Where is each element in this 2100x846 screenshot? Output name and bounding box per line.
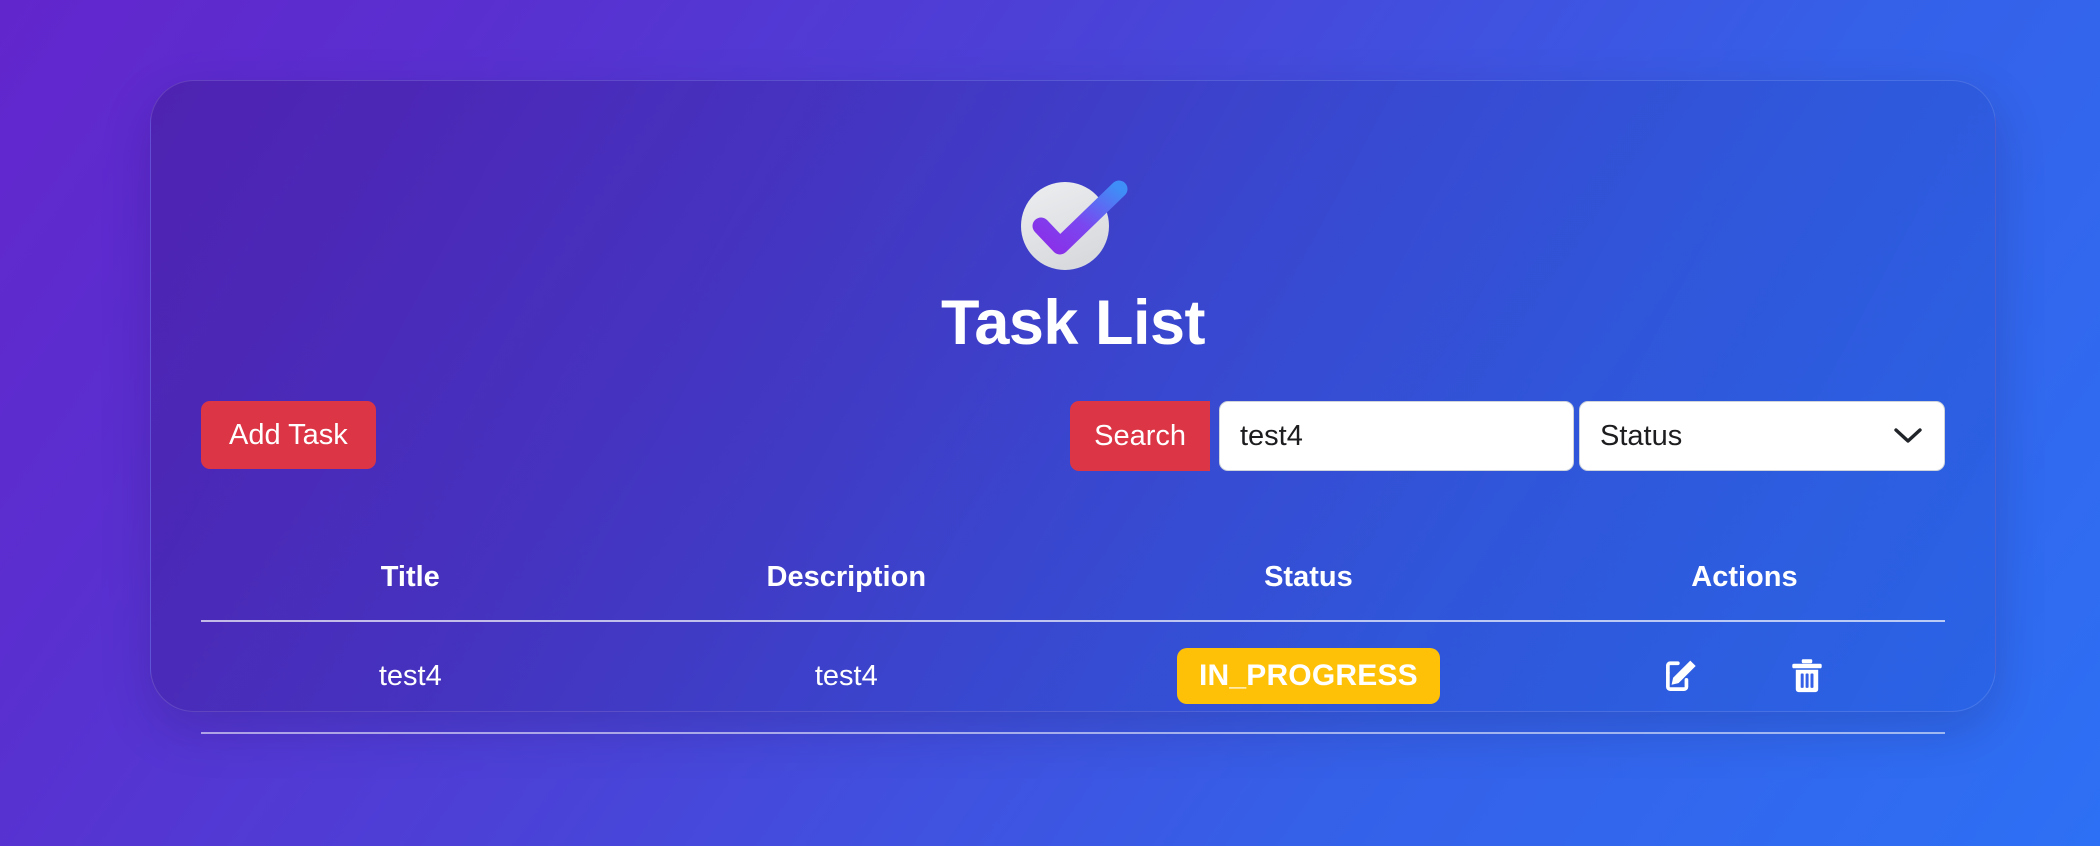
task-table: Title Description Status Actions test4 t… [201, 561, 1945, 734]
column-header-title: Title [201, 561, 620, 622]
status-filter-select[interactable]: Status [1579, 401, 1945, 471]
page-title: Task List [941, 288, 1205, 358]
add-task-button[interactable]: Add Task [201, 401, 376, 469]
cell-actions [1543, 621, 1945, 734]
status-filter: Status [1579, 401, 1945, 471]
cell-description: test4 [619, 621, 1073, 734]
task-list-card: Task List Add Task Search Status Title D… [150, 80, 1996, 734]
search-group: Search Status [1070, 401, 1945, 471]
status-badge: IN_PROGRESS [1176, 648, 1440, 704]
trash-icon [1792, 659, 1823, 693]
cell-title: test4 [201, 621, 620, 734]
column-header-actions: Actions [1543, 561, 1945, 622]
cell-status: IN_PROGRESS [1072, 621, 1544, 734]
toolbar: Add Task Search Status [201, 401, 1945, 477]
check-circle-icon [1021, 180, 1128, 270]
edit-pencil-icon [1666, 660, 1697, 691]
column-header-status: Status [1072, 561, 1544, 622]
app-logo [151, 169, 1995, 279]
search-button[interactable]: Search [1070, 401, 1210, 471]
table-row: test4 test4 IN_PROGRESS [201, 621, 1945, 734]
edit-task-button[interactable] [1660, 655, 1702, 697]
table-header-row: Title Description Status Actions [201, 561, 1945, 622]
search-input[interactable] [1219, 401, 1574, 471]
column-header-description: Description [619, 561, 1073, 622]
delete-task-button[interactable] [1786, 655, 1828, 697]
